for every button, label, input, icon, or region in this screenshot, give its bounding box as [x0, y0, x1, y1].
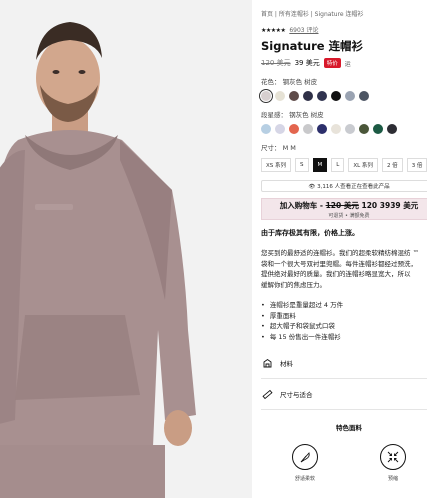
shipping-note: 运	[344, 60, 351, 68]
color-swatch[interactable]	[345, 91, 355, 101]
list-item: 厚重面料	[261, 311, 427, 322]
list-item: 超大帽子和袋鼠式口袋	[261, 321, 427, 332]
color-swatch[interactable]	[331, 124, 341, 134]
material-link[interactable]: 材料	[261, 354, 427, 372]
divider	[261, 409, 427, 410]
sale-badge: 特价	[323, 58, 341, 68]
feather-icon	[292, 444, 318, 470]
sale-price: 39 美元	[294, 59, 320, 67]
price-row: 120 美元 39 美元 特价 运	[261, 58, 427, 68]
feature-caption: 舒适柔软	[294, 476, 315, 482]
color-swatch[interactable]	[261, 91, 271, 101]
product-info-panel: 首页 | 所有连帽衫 | Signature 连帽衫 ★★★★★ 6903 评论…	[252, 0, 427, 498]
color-swatch[interactable]	[317, 91, 327, 101]
detail-swatches	[261, 124, 427, 134]
color-swatch[interactable]	[359, 124, 369, 134]
ruler-icon	[261, 388, 273, 400]
viewers-notice: 👁 3,116 人查看正在查看此产品	[261, 180, 427, 192]
original-price: 120 美元	[261, 59, 291, 67]
product-description: 您买到的最舒适的连帽衫。我们的超柔软精纺棉混纺 ™ 袋和一个很大号双衬里兜帽。每…	[261, 249, 420, 289]
size-option[interactable]: M	[312, 158, 328, 172]
size-option[interactable]: XS 系列	[261, 158, 292, 172]
add-to-cart-button[interactable]: 加入购物车 - 120 美元 120 3939 美元 可退货 • 满额免费	[261, 198, 427, 220]
rating-stars: ★★★★★	[261, 27, 286, 34]
rating[interactable]: ★★★★★ 6903 评论	[261, 25, 427, 34]
feature-bullets: 连帽衫是重量超过 4 万件 厚重面料 超大帽子和袋鼠式口袋 每 15 份售出一件…	[261, 300, 427, 342]
review-count-link[interactable]: 6903 评论	[289, 27, 318, 34]
size-option[interactable]: XL 系列	[348, 158, 378, 172]
material-label: 材料	[280, 360, 293, 368]
features-row: 舒适柔软 预缩	[261, 444, 427, 482]
color-swatches	[261, 91, 427, 101]
features-title: 特色面料	[336, 424, 362, 432]
color-swatch[interactable]	[289, 124, 299, 134]
add-to-cart-label: 加入购物车 - 120 美元 120 3939 美元	[279, 200, 419, 210]
detail-label: 段星感： 钢灰色 树皮	[261, 111, 324, 119]
feature-caption: 预缩	[387, 476, 398, 482]
color-swatch[interactable]	[261, 124, 271, 134]
divider	[261, 378, 427, 379]
model-photo	[0, 0, 252, 498]
size-fit-label: 尺寸与适合	[280, 391, 313, 399]
size-label: 尺寸： M M	[261, 144, 296, 152]
shrink-arrows-icon	[380, 444, 406, 470]
size-option[interactable]: L	[331, 158, 345, 172]
color-swatch[interactable]	[303, 124, 313, 134]
stock-notice: 由于库存极其有限，价格上涨。	[261, 229, 359, 237]
list-item: 每 15 份售出一件连帽衫	[261, 332, 427, 343]
color-label: 花色： 钢灰色 树皮	[261, 78, 318, 86]
color-swatch[interactable]	[289, 91, 299, 101]
list-item: 连帽衫是重量超过 4 万件	[261, 300, 427, 311]
color-swatch[interactable]	[387, 124, 397, 134]
add-to-cart-subtext: 可退货 • 满额免费	[328, 212, 370, 219]
color-swatch[interactable]	[373, 124, 383, 134]
size-option[interactable]: S	[295, 158, 309, 172]
size-option[interactable]: 2 倍	[381, 158, 403, 172]
size-fit-link[interactable]: 尺寸与适合	[261, 385, 427, 403]
feature-soft: 舒适柔软	[292, 444, 318, 482]
size-option[interactable]: 3 倍	[406, 158, 427, 172]
fabric-icon	[261, 357, 273, 369]
feature-preshrunk: 预缩	[380, 444, 406, 482]
color-swatch[interactable]	[275, 91, 285, 101]
color-swatch[interactable]	[303, 91, 313, 101]
color-swatch[interactable]	[317, 124, 327, 134]
product-title: Signature 连帽衫	[261, 39, 364, 53]
color-swatch[interactable]	[345, 124, 355, 134]
color-swatch[interactable]	[331, 91, 341, 101]
size-options: XS 系列 S M L XL 系列 2 倍3 倍	[261, 158, 427, 172]
breadcrumb[interactable]: 首页 | 所有连帽衫 | Signature 连帽衫	[261, 9, 427, 18]
color-swatch[interactable]	[275, 124, 285, 134]
color-swatch[interactable]	[359, 91, 369, 101]
product-image[interactable]	[0, 0, 252, 498]
